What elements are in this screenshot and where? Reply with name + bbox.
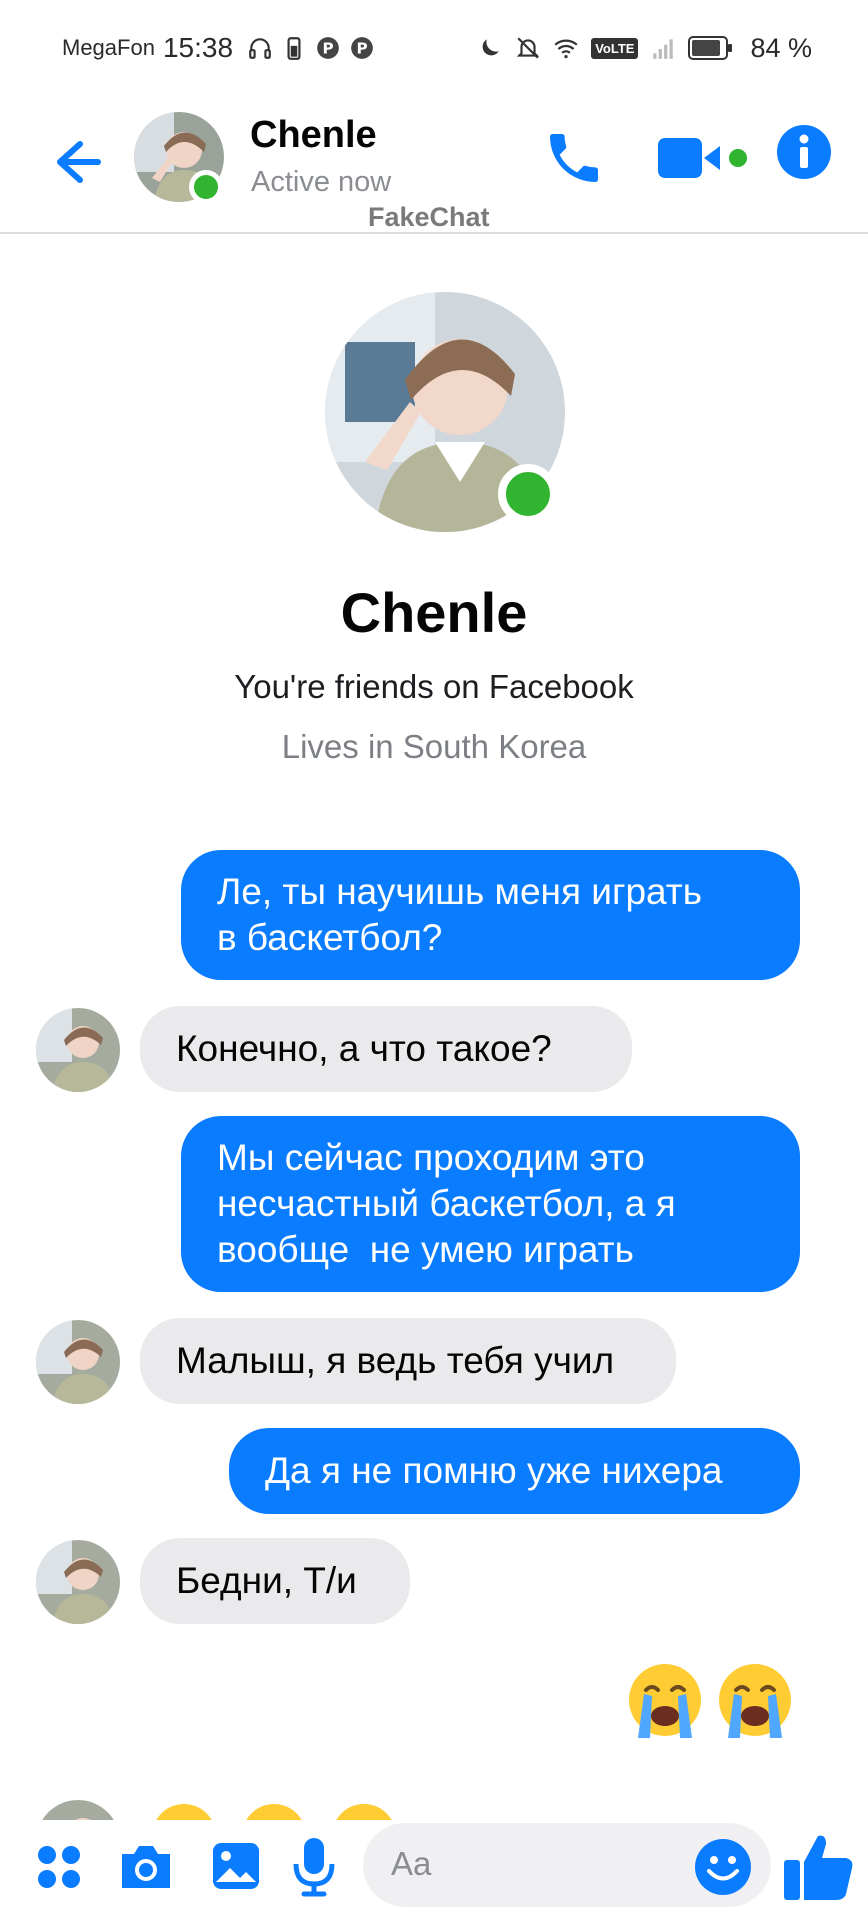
avatar[interactable] <box>36 1320 120 1404</box>
message-text: несчастный баскетбол, а я <box>217 1183 676 1224</box>
svg-text:P: P <box>322 39 333 57</box>
signal-icon <box>653 39 674 59</box>
online-indicator <box>189 170 223 204</box>
headphones-icon <box>249 38 271 59</box>
message-bubble-incoming[interactable]: Конечно, а что такое? <box>140 1006 632 1092</box>
profile-name: Chenle <box>340 581 528 644</box>
battery-icon <box>688 36 733 60</box>
message-text: Малыш, я ведь тебя учил <box>176 1340 615 1381</box>
online-indicator <box>498 464 558 524</box>
message-text: в баскетбол? <box>217 917 443 958</box>
message-text: Бедни, Т/и <box>176 1560 357 1601</box>
message-bubble-incoming[interactable]: Бедни, Т/и <box>140 1538 410 1624</box>
battery-percent: 84 % <box>750 32 812 63</box>
wifi-icon <box>554 39 578 59</box>
message-text: Да я не помню уже нихера <box>265 1450 723 1491</box>
apps-menu-icon[interactable] <box>36 1844 82 1890</box>
message-bubble-outgoing[interactable]: Мы сейчас проходим это несчастный баскет… <box>181 1116 800 1292</box>
watermark-label: FakeChat <box>368 202 490 232</box>
phone-call-icon[interactable] <box>542 126 606 190</box>
loudly-crying-face-icon[interactable] <box>714 1660 796 1742</box>
message-bubble-incoming[interactable]: Малыш, я ведь тебя учил <box>140 1318 676 1404</box>
video-call-icon[interactable] <box>656 132 752 184</box>
pinterest-icon: P <box>317 37 339 59</box>
pinterest-icon: P <box>351 37 373 59</box>
message-bubble-outgoing[interactable]: Ле, ты научишь меня играть в баскетбол? <box>181 850 800 980</box>
bell-muted-icon <box>516 37 540 59</box>
message-text: Мы сейчас проходим это <box>217 1137 645 1178</box>
avatar[interactable] <box>36 1008 120 1092</box>
message-text: Конечно, а что такое? <box>176 1028 552 1069</box>
camera-icon[interactable] <box>118 1842 174 1892</box>
message-input-placeholder: Aa <box>391 1845 432 1882</box>
composer-bar: Aa <box>0 1820 868 1920</box>
clock: 15:38 <box>162 32 234 63</box>
info-icon[interactable] <box>776 124 832 180</box>
status-bar: MegaFon 15:38 P P VoLTE 84 % <box>0 0 868 96</box>
message-text: вообще не умею играть <box>217 1229 634 1270</box>
chat-header: Chenle Active now FakeChat <box>0 96 868 234</box>
volte-badge: VoLTE <box>591 37 639 59</box>
battery-small-icon <box>287 37 301 60</box>
profile-location-text: Lives in South Korea <box>281 728 587 765</box>
microphone-icon[interactable] <box>292 1836 336 1898</box>
emoji-picker-icon[interactable] <box>694 1838 752 1896</box>
profile-friends-text: You're friends on Facebook <box>234 668 634 705</box>
back-arrow-icon[interactable] <box>44 132 104 192</box>
gallery-image-icon[interactable] <box>210 1840 262 1892</box>
contact-status: Active now <box>251 166 392 198</box>
loudly-crying-face-icon[interactable] <box>624 1660 706 1742</box>
svg-text:P: P <box>356 39 367 57</box>
message-bubble-outgoing[interactable]: Да я не помню уже нихера <box>229 1428 800 1514</box>
avatar[interactable] <box>36 1540 120 1624</box>
thumbs-up-icon[interactable] <box>782 1830 856 1904</box>
moon-icon <box>482 39 499 56</box>
message-text: Ле, ты научишь меня играть <box>217 871 703 912</box>
contact-name[interactable]: Chenle <box>250 114 377 157</box>
carrier-label: MegaFon <box>62 35 155 60</box>
